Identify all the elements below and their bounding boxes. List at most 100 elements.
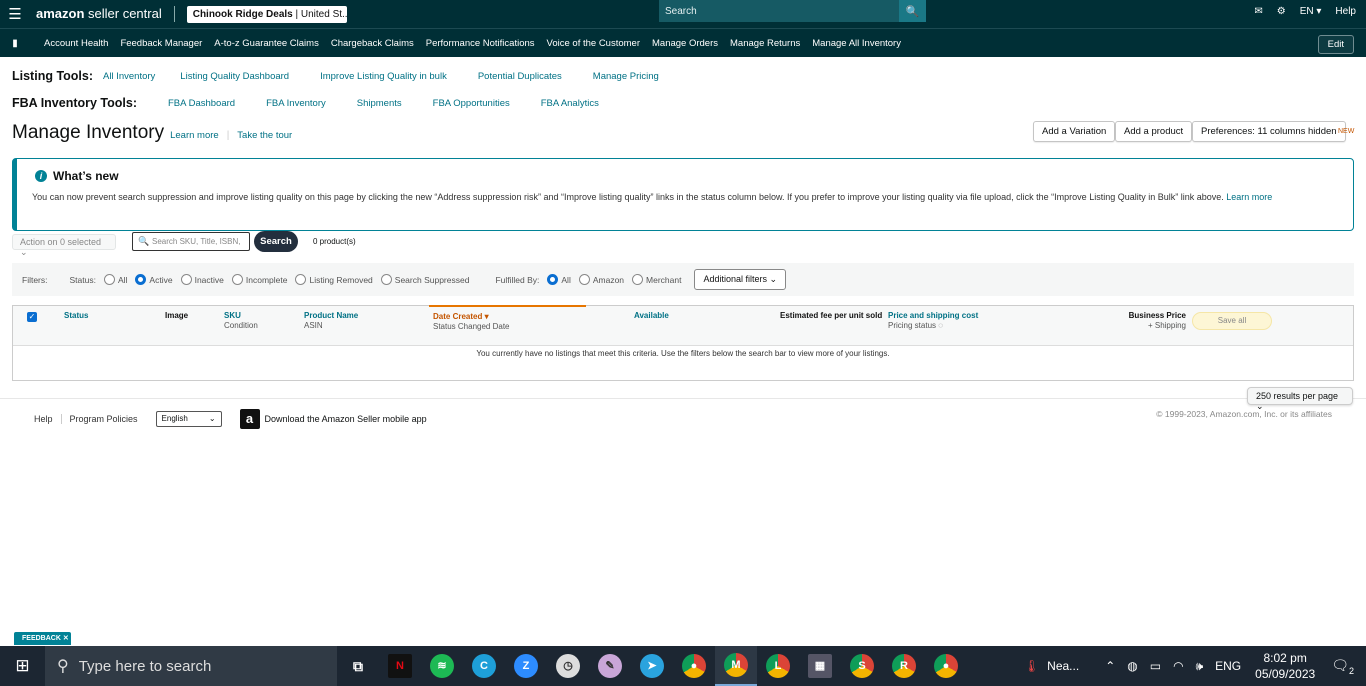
feedback-tab[interactable]: FEEDBACK ✕ bbox=[14, 632, 71, 645]
bookmark-icon[interactable]: ▮ bbox=[0, 38, 30, 49]
canva-icon[interactable]: C bbox=[463, 646, 505, 686]
bulk-action-select[interactable]: Action on 0 selected ⌄ bbox=[12, 234, 116, 257]
whats-new-banner: i What’s new You can now prevent search s… bbox=[12, 158, 1354, 231]
wifi-icon[interactable]: ◠ bbox=[1173, 659, 1183, 673]
save-all-button[interactable]: Save all bbox=[1192, 312, 1272, 330]
status-radio-search-suppressed[interactable] bbox=[380, 274, 392, 285]
edit-nav-button[interactable]: Edit bbox=[1317, 35, 1354, 54]
select-all-checkbox[interactable]: ✓ bbox=[27, 312, 37, 322]
status-option-label: All bbox=[117, 274, 128, 285]
fulfilled-radio-all[interactable] bbox=[547, 274, 559, 285]
menu-icon[interactable]: ☰ bbox=[0, 0, 30, 28]
taskbar-search-box[interactable]: ⚲ Type here to search bbox=[45, 646, 337, 686]
gear-icon[interactable]: ⚙ bbox=[1277, 6, 1286, 17]
download-app-link[interactable]: Download the Amazon Seller mobile app bbox=[265, 414, 427, 424]
nav-chargeback-claims[interactable]: Chargeback Claims bbox=[331, 38, 414, 49]
windows-start-icon[interactable]: ⊞ bbox=[0, 646, 45, 686]
add-product-button[interactable]: Add a product bbox=[1115, 121, 1193, 142]
whats-new-learn-more-link[interactable]: Learn more bbox=[1226, 192, 1272, 202]
results-per-page-select[interactable]: 250 results per page ⌄ bbox=[1247, 387, 1353, 411]
additional-filters-button[interactable]: Additional filters ⌄ bbox=[694, 269, 787, 290]
nav-account-health[interactable]: Account Health bbox=[44, 38, 108, 49]
col-available[interactable]: Available bbox=[634, 311, 669, 321]
weather-text[interactable]: Nea... bbox=[1047, 659, 1079, 673]
nav-feedback-manager[interactable]: Feedback Manager bbox=[120, 38, 202, 49]
col-sku[interactable]: SKU Condition bbox=[224, 311, 258, 331]
col-price[interactable]: Price and shipping cost Pricing status ◌ bbox=[888, 311, 978, 331]
notifications-icon[interactable]: 🗨2 bbox=[1331, 657, 1354, 676]
link-fba-analytics[interactable]: FBA Analytics bbox=[541, 98, 599, 109]
footer-program-policies-link[interactable]: Program Policies bbox=[62, 414, 146, 424]
nav-performance-notifications[interactable]: Performance Notifications bbox=[426, 38, 535, 49]
link-listing-quality-dashboard[interactable]: Listing Quality Dashboard bbox=[180, 71, 289, 82]
link-improve-listing-quality[interactable]: Improve Listing Quality in bulk bbox=[320, 71, 447, 82]
col-product-name-label: Product Name bbox=[304, 311, 359, 320]
logo-text-amazon: amazon bbox=[36, 6, 85, 21]
chrome-profile-icon[interactable]: ● bbox=[925, 646, 967, 686]
clock-date: 05/09/2023 bbox=[1255, 667, 1316, 681]
chrome-profile-s-icon[interactable]: S bbox=[841, 646, 883, 686]
status-radio-active[interactable] bbox=[135, 274, 147, 285]
mail-icon[interactable]: ✉ bbox=[1254, 6, 1262, 17]
zoom-icon[interactable]: Z bbox=[505, 646, 547, 686]
nav-manage-returns[interactable]: Manage Returns bbox=[730, 38, 800, 49]
help-link[interactable]: Help bbox=[1335, 6, 1356, 17]
footer-language-select[interactable]: English ⌄ bbox=[155, 411, 222, 427]
chrome-profile-l-icon[interactable]: L bbox=[757, 646, 799, 686]
clock-app-icon[interactable]: ◷ bbox=[547, 646, 589, 686]
take-tour-link[interactable]: Take the tour bbox=[237, 130, 292, 141]
search-icon[interactable]: 🔍 bbox=[899, 0, 926, 22]
link-manage-pricing[interactable]: Manage Pricing bbox=[593, 71, 659, 82]
link-fba-opportunities[interactable]: FBA Opportunities bbox=[433, 98, 510, 109]
paint-app-icon[interactable]: ✎ bbox=[589, 646, 631, 686]
nav-manage-all-inventory[interactable]: Manage All Inventory bbox=[812, 38, 901, 49]
volume-icon[interactable]: 🕪 bbox=[1196, 659, 1204, 674]
product-count: 0 product(s) bbox=[313, 237, 356, 246]
link-all-inventory[interactable]: All Inventory bbox=[103, 71, 155, 82]
learn-more-link[interactable]: Learn more bbox=[170, 130, 219, 141]
inventory-search-input[interactable]: 🔍 Search SKU, Title, ISBN, bbox=[132, 232, 250, 251]
col-status[interactable]: Status bbox=[64, 311, 88, 321]
chrome-profile-r-icon[interactable]: R bbox=[883, 646, 925, 686]
whats-new-text: You can now prevent search suppression a… bbox=[32, 192, 1224, 202]
language-selector[interactable]: EN ▾ bbox=[1300, 6, 1322, 17]
nav-a-to-z-claims[interactable]: A-to-z Guarantee Claims bbox=[214, 38, 319, 49]
status-radio-all[interactable] bbox=[103, 274, 115, 285]
add-variation-button[interactable]: Add a Variation bbox=[1033, 121, 1116, 142]
netflix-icon[interactable]: N bbox=[379, 646, 421, 686]
weather-icon[interactable]: 🌡 bbox=[1024, 659, 1039, 673]
taskbar-clock[interactable]: 8:02 pm 05/09/2023 bbox=[1255, 650, 1315, 682]
telegram-icon[interactable]: ➤ bbox=[631, 646, 673, 686]
meet-now-icon[interactable]: ◍ bbox=[1127, 659, 1137, 673]
fulfilled-radio-amazon[interactable] bbox=[578, 274, 590, 285]
pricing-status-label: Pricing status bbox=[888, 321, 937, 330]
copyright: © 1999-2023, Amazon.com, Inc. or its aff… bbox=[1156, 409, 1332, 419]
link-fba-dashboard[interactable]: FBA Dashboard bbox=[168, 98, 235, 109]
status-radio-incomplete[interactable] bbox=[231, 274, 243, 285]
nav-manage-orders[interactable]: Manage Orders bbox=[652, 38, 718, 49]
footer-help-link[interactable]: Help bbox=[34, 414, 62, 424]
task-view-icon[interactable]: ⧉ bbox=[337, 646, 379, 686]
link-shipments[interactable]: Shipments bbox=[357, 98, 402, 109]
battery-icon[interactable]: ▭ bbox=[1150, 659, 1161, 673]
search-button[interactable]: Search bbox=[254, 231, 298, 252]
calculator-icon[interactable]: ▦ bbox=[799, 646, 841, 686]
chevron-up-icon[interactable]: ⌃ bbox=[1105, 659, 1115, 673]
link-potential-duplicates[interactable]: Potential Duplicates bbox=[478, 71, 562, 82]
nav-voice-of-customer[interactable]: Voice of the Customer bbox=[547, 38, 640, 49]
status-radio-inactive[interactable] bbox=[180, 274, 192, 285]
link-fba-inventory[interactable]: FBA Inventory bbox=[266, 98, 326, 109]
amazon-seller-central-logo[interactable]: amazon seller central bbox=[36, 6, 175, 22]
col-product-name[interactable]: Product Name ASIN bbox=[304, 311, 358, 331]
preferences-button[interactable]: Preferences: 11 columns hidden bbox=[1192, 121, 1346, 142]
global-search-input[interactable]: Search bbox=[659, 0, 899, 22]
col-date-created[interactable]: Date Created ▾ Status Changed Date bbox=[429, 305, 586, 332]
fulfilled-radio-merchant[interactable] bbox=[632, 274, 644, 285]
amazon-app-icon[interactable]: a bbox=[239, 409, 260, 429]
chrome-profile-m-icon[interactable]: M bbox=[715, 646, 757, 686]
store-switcher[interactable]: Chinook Ridge Deals | United St... bbox=[186, 5, 347, 23]
language-indicator[interactable]: ENG bbox=[1215, 659, 1241, 673]
chrome-icon[interactable]: ● bbox=[673, 646, 715, 686]
status-radio-listing-removed[interactable] bbox=[295, 274, 307, 285]
spotify-icon[interactable]: ≋ bbox=[421, 646, 463, 686]
